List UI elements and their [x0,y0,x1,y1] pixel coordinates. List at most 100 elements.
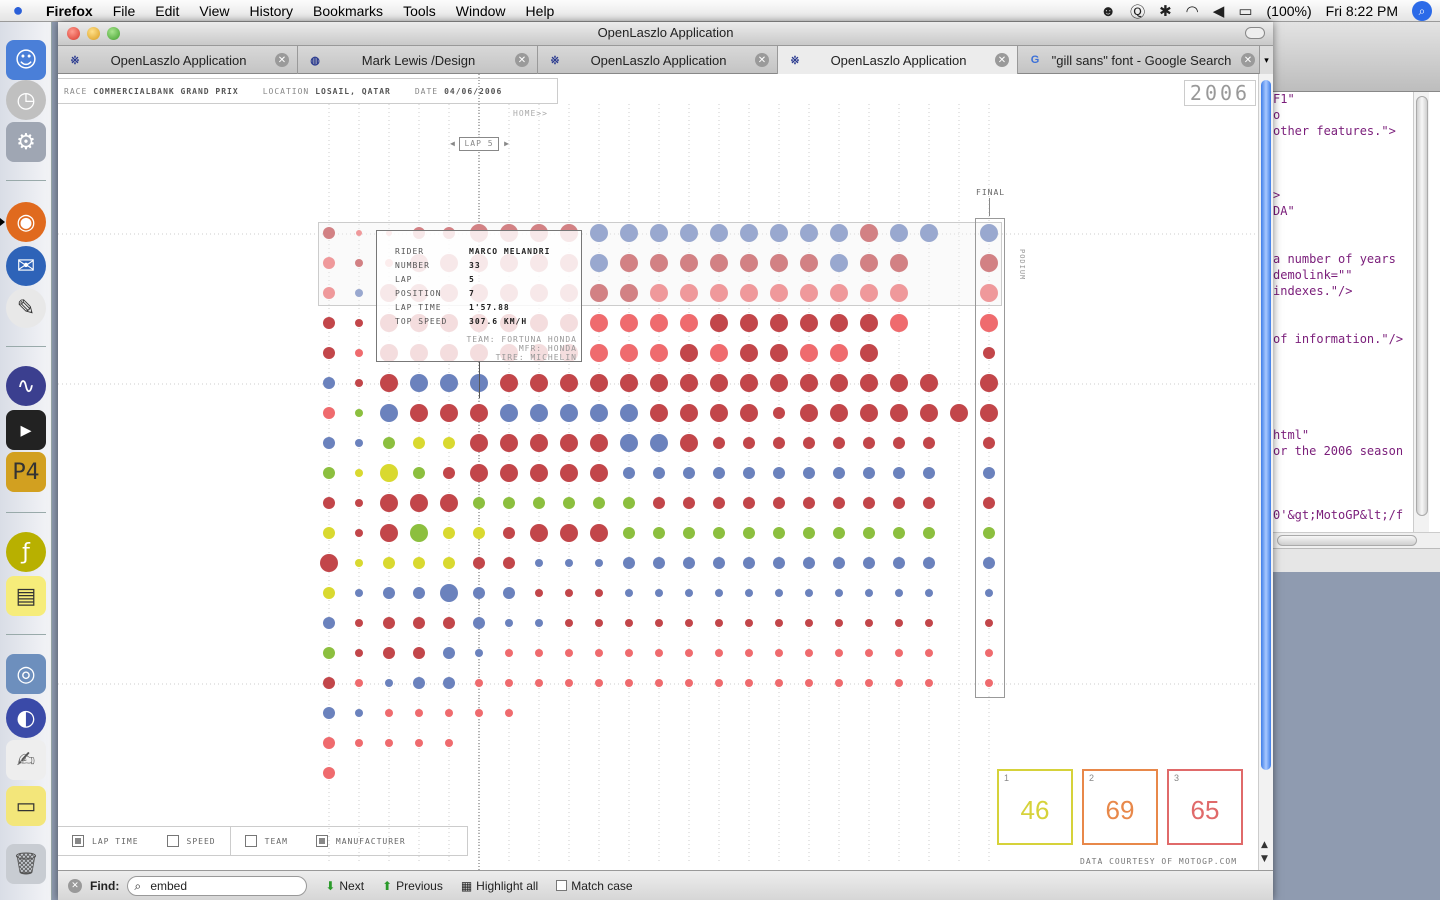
rider-lap-dot[interactable] [413,677,425,689]
rider-lap-dot[interactable] [440,374,458,392]
bluetooth-icon[interactable]: ✱ [1159,2,1172,20]
rider-lap-dot[interactable] [355,709,363,717]
rider-lap-dot[interactable] [625,589,633,597]
dashboard-icon[interactable]: ◐ [6,698,46,738]
rider-lap-dot[interactable] [590,464,608,482]
rider-lap-dot[interactable] [743,527,755,539]
rider-lap-dot[interactable] [865,619,873,627]
rider-lap-dot[interactable] [475,709,483,717]
rider-lap-dot[interactable] [355,559,363,567]
preview-icon[interactable]: ◎ [6,654,46,694]
rider-lap-dot[interactable] [355,739,363,747]
scroll-down-icon[interactable]: ▼ [1261,854,1268,864]
rider-lap-dot[interactable] [745,679,753,687]
rider-lap-dot[interactable] [863,557,875,569]
rider-lap-dot[interactable] [740,374,758,392]
rider-lap-dot[interactable] [923,557,935,569]
lap-prev-icon[interactable]: ◀ [450,139,456,148]
tab-close-icon[interactable]: ✕ [515,53,529,67]
system-preferences-icon[interactable]: ⚙ [6,122,46,162]
rider-lap-dot[interactable] [590,344,608,362]
rider-lap-dot[interactable] [895,679,903,687]
rider-lap-dot[interactable] [623,557,635,569]
rider-lap-dot[interactable] [803,557,815,569]
rider-lap-dot[interactable] [355,379,363,387]
menu-file[interactable]: File [103,3,146,19]
match-case-option[interactable]: Match case [556,879,633,893]
rider-lap-dot[interactable] [565,679,573,687]
window-zoom-button[interactable] [107,27,120,40]
toolbar-toggle-button[interactable] [1245,27,1265,39]
rider-lap-dot[interactable] [710,404,728,422]
tab-mark-lewis[interactable]: ◍ Mark Lewis /Design ✕ [298,46,538,74]
rider-lap-dot[interactable] [323,437,335,449]
rider-lap-dot[interactable] [355,499,363,507]
rider-lap-dot[interactable] [323,377,335,389]
rider-lap-dot[interactable] [535,679,543,687]
minimized-window-icon[interactable]: ▭ [6,786,46,826]
rider-lap-dot[interactable] [800,344,818,362]
rider-lap-dot[interactable] [355,349,363,357]
rider-lap-dot[interactable] [920,404,938,422]
rider-lap-dot[interactable] [443,617,455,629]
rider-lap-dot[interactable] [715,589,723,597]
rider-lap-dot[interactable] [863,527,875,539]
podium-third-box[interactable]: 3 65 [1167,769,1243,845]
rider-lap-dot[interactable] [745,589,753,597]
rider-lap-dot[interactable] [655,649,663,657]
rider-lap-dot[interactable] [355,619,363,627]
rider-lap-dot[interactable] [800,404,818,422]
rider-lap-dot[interactable] [595,589,603,597]
tab-openlaszlo-active[interactable]: ※ OpenLaszlo Application ✕ [778,46,1018,74]
tab-overflow-button[interactable]: ▾ [1259,46,1273,74]
rider-lap-dot[interactable] [500,464,518,482]
rider-lap-dot[interactable] [560,404,578,422]
rider-lap-dot[interactable] [475,679,483,687]
rider-lap-dot[interactable] [383,587,395,599]
rider-lap-dot[interactable] [925,679,933,687]
rider-lap-dot[interactable] [713,437,725,449]
tab-close-icon[interactable]: ✕ [275,53,289,67]
rider-lap-dot[interactable] [770,344,788,362]
lap-time-checkbox[interactable] [72,835,84,847]
rider-lap-dot[interactable] [685,649,693,657]
rider-lap-dot[interactable] [920,374,938,392]
rider-lap-dot[interactable] [923,497,935,509]
rider-lap-dot[interactable] [443,677,455,689]
rider-lap-dot[interactable] [355,409,363,417]
manufacturer-checkbox[interactable] [315,835,328,847]
background-hscrollbar[interactable] [1273,532,1440,548]
script-menu-icon[interactable]: ☻ [1100,3,1116,20]
menu-history[interactable]: History [239,3,303,19]
rider-lap-dot[interactable] [590,404,608,422]
filter-speed[interactable]: SPEED [153,827,230,855]
filter-team[interactable]: TEAM [229,827,302,855]
rider-lap-dot[interactable] [803,437,815,449]
rider-lap-dot[interactable] [773,467,785,479]
rider-lap-dot[interactable] [650,404,668,422]
tab-openlaszlo-1[interactable]: ※ OpenLaszlo Application ✕ [58,46,298,74]
rider-lap-dot[interactable] [773,437,785,449]
rider-lap-dot[interactable] [590,314,608,332]
rider-lap-dot[interactable] [445,739,453,747]
rider-lap-dot[interactable] [355,439,363,447]
rider-lap-dot[interactable] [503,497,515,509]
rider-lap-dot[interactable] [713,497,725,509]
rider-lap-dot[interactable] [773,527,785,539]
rider-lap-dot[interactable] [383,437,395,449]
rider-lap-dot[interactable] [623,527,635,539]
rider-lap-dot[interactable] [410,404,428,422]
podium-first-box[interactable]: 1 46 [997,769,1073,845]
rider-lap-dot[interactable] [775,619,783,627]
rider-lap-dot[interactable] [860,344,878,362]
rider-lap-dot[interactable] [590,374,608,392]
rider-lap-dot[interactable] [833,527,845,539]
rider-lap-dot[interactable] [743,437,755,449]
battery-icon[interactable]: ▭ [1238,2,1252,20]
openlaszlo-dock-icon[interactable]: ∿ [6,366,46,406]
rider-lap-dot[interactable] [650,344,668,362]
rider-lap-dot[interactable] [830,404,848,422]
rider-lap-dot[interactable] [505,709,513,717]
rider-lap-dot[interactable] [803,467,815,479]
rider-lap-dot[interactable] [323,677,335,689]
